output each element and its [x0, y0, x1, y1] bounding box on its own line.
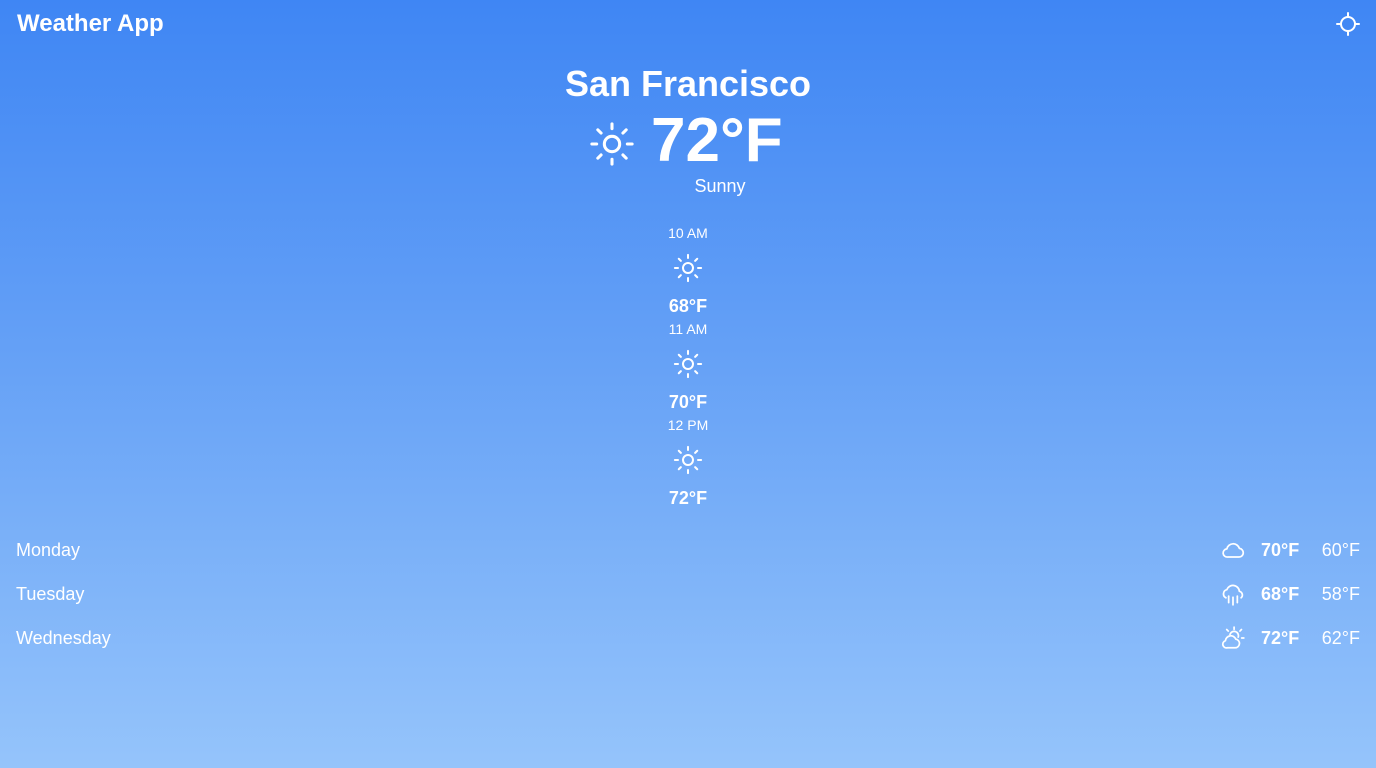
hour-temp: 68°F	[668, 296, 708, 316]
day-name: Monday	[16, 540, 81, 560]
cloud-icon	[1222, 542, 1245, 558]
daily-forecast: Monday 70°F 60°F Tuesday 68°F 58°F Wedne…	[0, 528, 1376, 660]
day-high-temp: 70°F	[1261, 540, 1300, 560]
hour-time: 11 AM	[668, 321, 708, 337]
current-condition: Sunny	[694, 176, 746, 196]
crosshair-icon	[1336, 12, 1360, 36]
daily-row: Wednesday 72°F 62°F	[0, 616, 1376, 660]
day-high-temp: 68°F	[1261, 584, 1300, 604]
daily-row: Tuesday 68°F 58°F	[0, 572, 1376, 616]
app-title: Weather App	[17, 10, 164, 37]
day-name: Wednesday	[16, 628, 111, 648]
day-low-temp: 60°F	[1321, 540, 1360, 560]
hour-time: 10 AM	[668, 225, 708, 241]
sun-icon	[590, 122, 634, 166]
hourly-item: 12 PM 72°F	[0, 416, 1376, 512]
current-location-button[interactable]	[1336, 12, 1360, 36]
day-low-temp: 58°F	[1321, 584, 1360, 604]
hourly-item: 11 AM 70°F	[0, 320, 1376, 416]
hourly-item: 10 AM 68°F	[0, 224, 1376, 320]
daily-row: Monday 70°F 60°F	[0, 528, 1376, 572]
current-temperature: 72°F	[651, 106, 783, 175]
current-temp-row: 72°F	[0, 106, 1376, 175]
cloud-rain-icon	[1222, 584, 1244, 606]
hour-temp: 72°F	[668, 488, 708, 508]
sun-icon	[673, 349, 703, 379]
sun-icon	[673, 445, 703, 475]
current-weather: San Francisco 72°F	[0, 62, 1376, 175]
day-high-temp: 72°F	[1261, 628, 1300, 648]
cloud-sun-icon	[1221, 626, 1245, 649]
sun-icon	[673, 253, 703, 283]
hour-temp: 70°F	[668, 392, 708, 412]
day-name: Tuesday	[16, 584, 85, 604]
hourly-forecast: 10 AM 68°F 11 AM 70°F 12 PM 72°F	[0, 224, 1376, 512]
hour-time: 12 PM	[667, 417, 709, 433]
city-name: San Francisco	[564, 63, 812, 104]
day-low-temp: 62°F	[1321, 628, 1360, 648]
